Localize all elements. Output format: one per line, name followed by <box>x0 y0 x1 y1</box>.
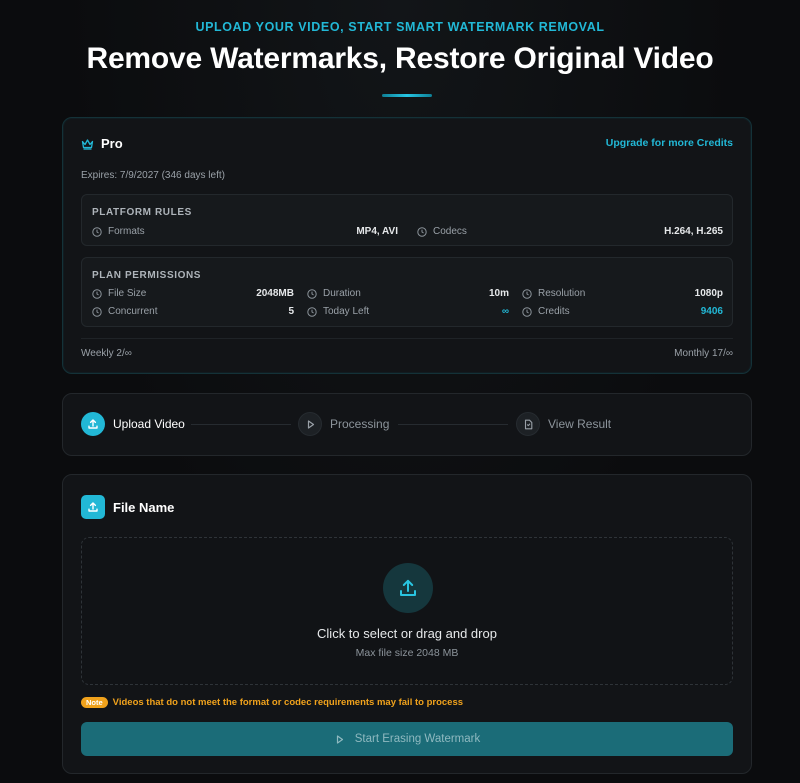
file-name-title: File Name <box>113 499 175 515</box>
perm-value: 1080p <box>694 288 723 299</box>
crown-icon <box>81 138 94 150</box>
note-badge: Note <box>81 697 108 708</box>
perm-file-size: File Size 2048MB <box>92 288 294 299</box>
perm-duration: Duration 10m <box>307 288 509 299</box>
clock-icon <box>307 306 317 317</box>
plan-expiry: Expires: 7/9/2027 (346 days left) <box>81 170 225 181</box>
clock-icon <box>417 226 427 237</box>
upgrade-link[interactable]: Upgrade for more Credits <box>606 137 733 149</box>
note-text: Videos that do not meet the format or co… <box>112 697 464 708</box>
perm-resolution: Resolution 1080p <box>522 288 723 299</box>
clock-icon <box>307 288 317 299</box>
upload-card: File Name Click to select or drag and dr… <box>62 474 752 774</box>
clock-icon <box>522 306 532 317</box>
weekly-quota: Weekly 2/∞ <box>81 348 132 359</box>
step-view-result[interactable]: View Result <box>516 412 611 436</box>
divider <box>81 338 733 339</box>
perm-label: File Size <box>108 288 147 299</box>
plan-card: Pro Upgrade for more Credits Expires: 7/… <box>62 117 752 374</box>
steps-card: Upload Video Processing View Result <box>62 393 752 456</box>
perm-label: Resolution <box>538 288 586 299</box>
upload-icon <box>81 412 105 436</box>
rule-value: MP4, AVI <box>356 226 398 237</box>
rule-value: H.264, H.265 <box>664 226 723 237</box>
step-processing[interactable]: Processing <box>298 412 389 436</box>
clock-icon <box>92 306 102 317</box>
perm-label: Concurrent <box>108 306 158 317</box>
perm-value: 2048MB <box>256 288 294 299</box>
clock-icon <box>92 288 102 299</box>
plan-permissions-title: PLAN PERMISSIONS <box>92 270 202 281</box>
file-icon <box>516 412 540 436</box>
rule-codecs: Codecs H.264, H.265 <box>417 226 723 237</box>
step-label: Upload Video <box>113 417 185 431</box>
perm-value: 10m <box>488 288 509 299</box>
page-title: Remove Watermarks, Restore Original Vide… <box>86 42 714 75</box>
perm-value: 9406 <box>700 306 723 317</box>
step-upload-video[interactable]: Upload Video <box>81 412 185 436</box>
perm-label: Credits <box>538 306 570 317</box>
title-underline <box>382 94 432 97</box>
upload-icon <box>81 495 105 519</box>
step-label: Processing <box>330 417 390 431</box>
clock-icon <box>92 226 102 237</box>
rule-label: Formats <box>108 226 145 237</box>
start-erasing-button[interactable]: Start Erasing Watermark <box>81 722 733 756</box>
upload-header: File Name <box>81 495 174 519</box>
hero-eyebrow: UPLOAD YOUR VIDEO, START SMART WATERMARK… <box>195 20 605 34</box>
upload-icon <box>383 563 433 613</box>
file-dropzone[interactable]: Click to select or drag and drop Max fil… <box>81 537 733 685</box>
rule-formats: Formats MP4, AVI <box>92 226 398 237</box>
platform-rules-box: PLATFORM RULES Formats MP4, AVI Codecs H… <box>81 194 733 246</box>
rule-label: Codecs <box>433 226 467 237</box>
perm-concurrent: Concurrent 5 <box>92 306 294 317</box>
clock-icon <box>522 288 532 299</box>
step-label: View Result <box>548 417 612 431</box>
monthly-quota: Monthly 17/∞ <box>674 348 733 359</box>
perm-value: 5 <box>288 306 294 317</box>
play-icon <box>298 412 322 436</box>
play-icon <box>334 734 345 745</box>
dropzone-instruction: Click to select or drag and drop <box>317 626 497 641</box>
plan-tier: Pro <box>101 136 123 151</box>
step-connector <box>398 424 508 425</box>
perm-today-left: Today Left ∞ <box>307 306 509 317</box>
perm-label: Duration <box>323 288 361 299</box>
platform-rules-title: PLATFORM RULES <box>92 207 192 218</box>
start-erasing-label: Start Erasing Watermark <box>354 733 481 745</box>
dropzone-limit: Max file size 2048 MB <box>355 647 459 659</box>
perm-value: ∞ <box>501 306 509 317</box>
plan-header: Pro <box>81 136 123 151</box>
plan-permissions-box: PLAN PERMISSIONS File Size 2048MB Durati… <box>81 257 733 327</box>
format-note: Note Videos that do not meet the format … <box>81 697 463 708</box>
perm-label: Today Left <box>323 306 370 317</box>
perm-credits: Credits 9406 <box>522 306 723 317</box>
step-connector <box>191 424 291 425</box>
